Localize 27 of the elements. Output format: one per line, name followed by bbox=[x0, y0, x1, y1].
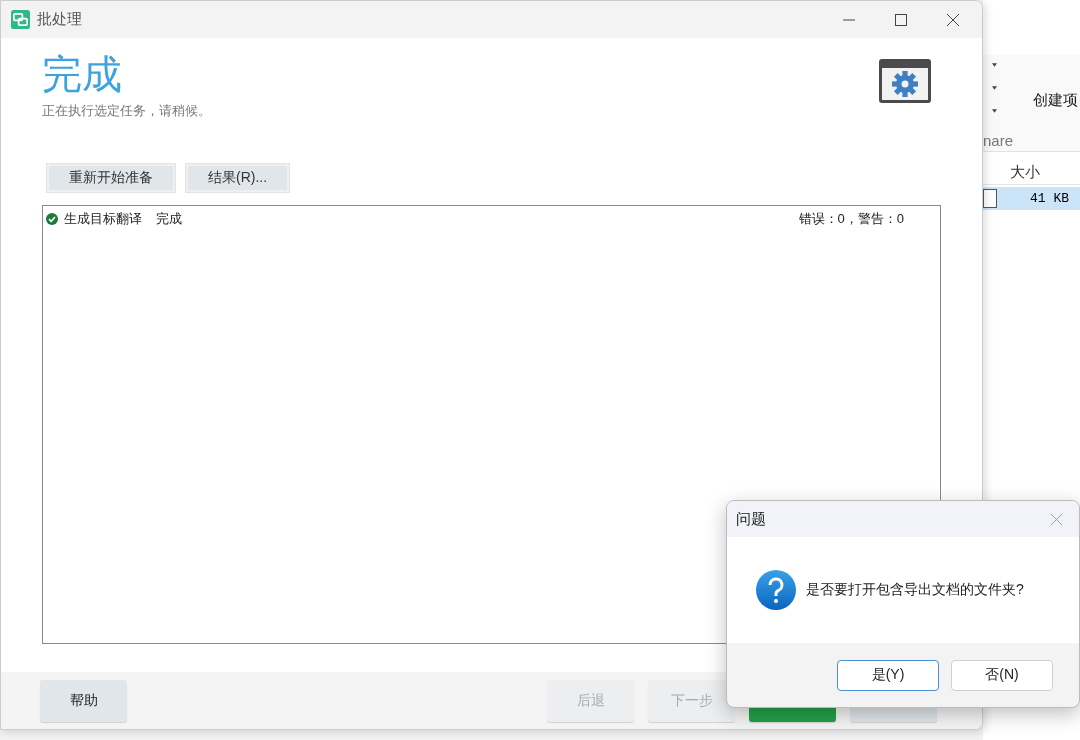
dialog-title: 问题 bbox=[736, 509, 766, 529]
action-button[interactable]: 结果(R)... bbox=[186, 164, 290, 192]
task-summary: 错误：0，警告：0 bbox=[798, 210, 904, 228]
group-label: nare bbox=[983, 132, 1014, 149]
dialog-button[interactable]: 是(Y) bbox=[837, 659, 939, 691]
ribbon-label[interactable]: 创建项 bbox=[1033, 91, 1078, 110]
task-status: 完成 bbox=[156, 210, 182, 228]
dialog-message: 是否要打开包含导出文档的文件夹? bbox=[806, 581, 1024, 599]
caret-icon[interactable] bbox=[992, 86, 997, 90]
page-heading: 完成 bbox=[42, 51, 123, 98]
maximize-icon[interactable] bbox=[894, 12, 908, 27]
caret-icon[interactable] bbox=[992, 63, 997, 67]
question-icon bbox=[756, 570, 796, 610]
footer-button[interactable]: 帮助 bbox=[40, 679, 127, 722]
action-button[interactable]: 重新开始准备 bbox=[47, 164, 175, 192]
gear-window-icon bbox=[878, 58, 932, 104]
task-name: 生成目标翻译 bbox=[64, 210, 142, 228]
close-icon[interactable] bbox=[946, 12, 960, 27]
window-title: 批处理 bbox=[37, 10, 82, 29]
size-cell: 41 KB bbox=[1030, 191, 1069, 206]
dialog-button[interactable]: 否(N) bbox=[951, 659, 1053, 691]
caret-icon[interactable] bbox=[992, 109, 997, 113]
column-header[interactable]: 大小 bbox=[1010, 162, 1040, 182]
app-icon bbox=[11, 10, 30, 29]
checkbox[interactable] bbox=[983, 189, 997, 208]
file-row[interactable]: 41 KB bbox=[983, 187, 1080, 210]
page-subtitle: 正在执行选定任务，请稍候。 bbox=[42, 102, 211, 120]
